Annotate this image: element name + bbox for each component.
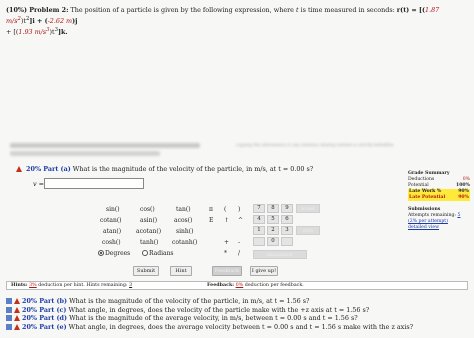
answer-label: v = <box>33 180 44 188</box>
checkbox-icon <box>6 298 12 304</box>
radians-radio[interactable]: Radians <box>142 250 174 257</box>
radio-empty-icon <box>142 250 148 256</box>
checkbox-icon <box>6 315 12 321</box>
give-up-button[interactable]: I give up! <box>250 266 278 276</box>
problem-title: (10%) Problem 2: <box>6 6 69 14</box>
part-a-heading: 20% Part (a) What is the magnitude of th… <box>16 165 313 173</box>
calc-key-open-paren[interactable]: ( <box>224 206 226 213</box>
blurred-notice: copying this information to any solution… <box>0 140 474 162</box>
other-parts-list: 20% Part (b) What is the magnitude of th… <box>6 297 468 331</box>
calc-key-cotanh[interactable]: cotanh() <box>172 239 197 246</box>
calc-key-plus[interactable]: + <box>224 239 229 246</box>
calc-key-blank-left[interactable] <box>253 237 265 246</box>
calc-key-cotan[interactable]: cotan() <box>100 217 122 224</box>
calc-key-3[interactable]: 3 <box>281 226 293 235</box>
part-a-question: What is the magnitude of the velocity of… <box>72 165 314 173</box>
radio-selected-icon <box>98 250 104 256</box>
calc-key-minus[interactable]: - <box>238 239 240 246</box>
calc-key-blank-right[interactable] <box>281 237 293 246</box>
problem-statement: (10%) Problem 2: The position of a parti… <box>6 6 440 37</box>
degrees-radio[interactable]: Degrees <box>98 250 130 257</box>
warning-icon <box>16 166 22 172</box>
grade-summary: Grade Summary Deductions 0% Potential 100%… <box>408 171 470 231</box>
feedback-info: Feedback: 0% deduction per feedback. <box>207 282 304 288</box>
blurred-bar <box>10 151 160 156</box>
feedback-button[interactable]: Feedback <box>212 266 242 276</box>
calc-key-tan[interactable]: tan() <box>176 206 191 213</box>
calc-key-backspace[interactable]: BACKSPACE <box>253 250 307 259</box>
calc-key-acotan[interactable]: acotan() <box>136 228 161 235</box>
hints-bar: Hints: 3% deduction per hint. Hints rema… <box>6 281 468 290</box>
calc-key-pi[interactable]: π <box>209 206 213 213</box>
calc-key-close-paren[interactable]: ) <box>238 206 240 213</box>
calc-key-5[interactable]: 5 <box>267 215 279 224</box>
calc-key-times[interactable]: * <box>224 250 227 257</box>
calc-key-divide[interactable]: / <box>238 250 240 257</box>
calculator: sin() cos() tan() cotan() asin() acos() … <box>96 200 320 259</box>
submit-button[interactable]: Submit <box>133 266 159 276</box>
calc-key-tanh[interactable]: tanh() <box>140 239 158 246</box>
calc-key-end[interactable]: END <box>296 226 320 235</box>
part-item[interactable]: 20% Part (c) What angle, in degrees, doe… <box>6 306 468 315</box>
k-coefficient: 1.93 m/s <box>18 28 47 37</box>
calc-key-1[interactable]: 1 <box>253 226 265 235</box>
detailed-view-link[interactable]: detailed view <box>408 225 470 231</box>
calc-key-sinh[interactable]: sinh() <box>176 228 193 235</box>
calc-key-cos[interactable]: cos() <box>140 206 155 213</box>
calc-key-0[interactable]: 0 <box>267 237 279 246</box>
calc-key-atan[interactable]: atan() <box>103 228 121 235</box>
calc-key-caret[interactable]: ^ <box>238 217 243 224</box>
calc-key-2[interactable]: 2 <box>267 226 279 235</box>
blurred-notice-text: copying this information to any solution… <box>236 142 394 147</box>
checkbox-icon <box>6 306 12 313</box>
part-item[interactable]: 20% Part (d) What is the magnitude of th… <box>6 314 468 323</box>
calc-key-acos[interactable]: acos() <box>174 217 192 224</box>
answer-input[interactable] <box>44 178 144 189</box>
blurred-bar <box>10 143 200 148</box>
calc-key-4[interactable]: 4 <box>253 215 265 224</box>
calc-key-sin[interactable]: sin() <box>106 206 120 213</box>
calc-key-6[interactable]: 6 <box>281 215 293 224</box>
part-a-pct: 20% Part (a) <box>26 165 71 173</box>
calc-key-e[interactable]: E <box>209 217 213 224</box>
hints-info: Hints: 3% deduction per hint. Hints rema… <box>11 282 133 288</box>
late-potential-row: Late Potential 90% <box>408 195 470 201</box>
j-coefficient: -2.62 m <box>47 17 73 26</box>
part-item[interactable]: 20% Part (e) What angle, in degrees, doe… <box>6 323 468 332</box>
part-item[interactable]: 20% Part (b) What is the magnitude of th… <box>6 297 468 306</box>
calc-key-9[interactable]: 9 <box>281 204 293 213</box>
warning-icon <box>14 315 20 321</box>
calc-key-7[interactable]: 7 <box>253 204 265 213</box>
calc-key-cosh[interactable]: cosh() <box>102 239 121 246</box>
calc-key-up[interactable]: ↑ <box>224 217 229 224</box>
hint-button[interactable]: Hint <box>170 266 192 276</box>
warning-icon <box>14 306 20 313</box>
warning-icon <box>14 298 20 304</box>
calc-key-8[interactable]: 8 <box>267 204 279 213</box>
calc-key-home[interactable]: HOME <box>296 204 320 213</box>
calc-key-asin[interactable]: asin() <box>140 217 157 224</box>
warning-icon <box>14 323 20 330</box>
checkbox-icon <box>6 323 12 330</box>
